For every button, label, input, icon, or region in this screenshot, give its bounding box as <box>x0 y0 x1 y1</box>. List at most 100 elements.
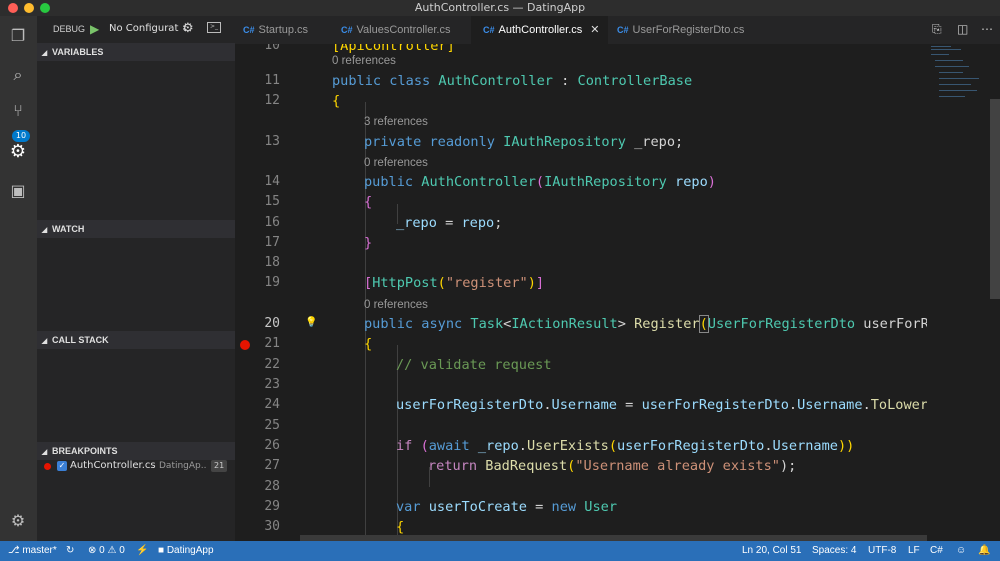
codelens-references[interactable]: 0 references <box>364 299 428 311</box>
code-line: // validate request <box>396 357 552 373</box>
window-title: AuthController.cs — DatingApp <box>414 1 586 14</box>
tab-label: AuthController.cs <box>498 24 583 36</box>
project-selector[interactable]: ■ DatingApp <box>158 541 214 561</box>
code-line: public AuthController(IAuthRepository re… <box>364 174 716 190</box>
problems-indicator[interactable]: ⊗ 0 ⚠ 0 <box>88 541 125 561</box>
zoom-window-button[interactable] <box>40 3 50 13</box>
codelens-references[interactable]: 0 references <box>364 157 428 169</box>
codelens-references[interactable]: 3 references <box>364 116 428 128</box>
indentation[interactable]: Spaces: 4 <box>812 541 856 561</box>
call-stack-section-header[interactable]: ◢ CALL STACK <box>37 331 235 349</box>
variables-section-header[interactable]: ◢ VARIABLES <box>37 43 235 61</box>
debug-sidebar: DEBUG ▶ No Configurat ↕ ⚙ >_ ◢ VARIABLES … <box>37 16 235 541</box>
debug-configuration-value: No Configurat <box>109 23 179 34</box>
line-number: 28 <box>264 479 280 494</box>
minimap-line <box>931 49 961 50</box>
warning-count: 0 <box>119 545 125 556</box>
open-changes-icon[interactable]: ⎘ <box>932 22 942 37</box>
minimize-window-button[interactable] <box>24 3 34 13</box>
line-number: 13 <box>264 134 280 149</box>
line-number: 14 <box>264 174 280 189</box>
debug-console-icon[interactable]: >_ <box>207 22 221 33</box>
git-branch[interactable]: ⎇ master* <box>8 541 57 561</box>
tab-auth-controller[interactable]: C# AuthController.cs ✕ <box>471 16 608 44</box>
variables-section-title: VARIABLES <box>52 47 104 57</box>
debug-icon[interactable]: ⚙ <box>8 142 28 162</box>
line-number: 20 <box>264 316 280 331</box>
feedback-icon[interactable]: ☺ <box>956 541 966 561</box>
minimap-line <box>931 46 951 47</box>
search-icon[interactable]: ⌕ <box>8 65 28 85</box>
settings-gear-icon[interactable]: ⚙ <box>8 511 28 531</box>
line-number: 27 <box>264 458 280 473</box>
line-number: 12 <box>264 93 280 108</box>
notifications-icon[interactable]: 🔔 <box>978 541 990 561</box>
minimap-line <box>939 78 979 79</box>
minimap-line <box>939 90 977 91</box>
line-number: 15 <box>264 194 280 209</box>
tab-label: ValuesController.cs <box>356 24 451 36</box>
line-number: 10 <box>264 44 280 53</box>
watch-section-title: WATCH <box>52 224 85 234</box>
code-line: [HttpPost("register")] <box>364 275 545 291</box>
minimap[interactable] <box>927 44 989 541</box>
scrollbar-thumb[interactable] <box>990 99 1000 299</box>
branch-icon: ⎇ <box>8 545 20 556</box>
csharp-file-icon: C# <box>617 25 629 35</box>
code-line: public class AuthController : Controller… <box>332 73 693 89</box>
call-stack-section-title: CALL STACK <box>52 335 109 345</box>
csharp-file-icon: C# <box>341 25 353 35</box>
status-bar: ⎇ master* ↻ ⊗ 0 ⚠ 0 ⚡ ■ DatingApp Ln 20,… <box>0 541 1000 561</box>
source-control-icon[interactable]: ⑂ <box>8 101 28 121</box>
sync-icon[interactable]: ↻ <box>66 541 74 561</box>
line-number: 29 <box>264 499 280 514</box>
breakpoint-project: DatingAp.. <box>159 461 207 471</box>
minimap-line <box>935 66 969 67</box>
folder-icon: ■ <box>158 545 165 556</box>
encoding[interactable]: UTF-8 <box>868 541 896 561</box>
project-name: DatingApp <box>166 545 214 556</box>
codelens-references[interactable]: 0 references <box>332 55 396 67</box>
line-number: 18 <box>264 255 280 270</box>
code-line: { <box>364 194 373 210</box>
code-line: return BadRequest("Username already exis… <box>428 458 797 474</box>
breakpoints-section-title: BREAKPOINTS <box>52 446 118 456</box>
error-count: 0 <box>99 545 105 556</box>
close-icon[interactable]: ✕ <box>590 24 599 36</box>
minimap-line <box>931 54 949 55</box>
breakpoint-item[interactable]: ✓ AuthController.cs DatingAp.. 21 <box>37 458 235 474</box>
close-window-button[interactable] <box>8 3 18 13</box>
line-number: 17 <box>264 235 280 250</box>
code-line: public async Task<IActionResult> Registe… <box>364 315 927 333</box>
debug-toolbar: DEBUG ▶ No Configurat ↕ ⚙ >_ <box>37 16 235 44</box>
breakpoint-enabled-checkbox[interactable]: ✓ <box>57 461 67 471</box>
more-actions-icon[interactable]: ⋯ <box>981 22 993 36</box>
watch-section-header[interactable]: ◢ WATCH <box>37 220 235 238</box>
minimap-line <box>935 60 963 61</box>
code-line: } <box>364 235 373 251</box>
language-mode[interactable]: C# <box>930 541 943 561</box>
debug-configuration-select[interactable]: No Configurat ↕ <box>109 23 188 34</box>
line-number: 11 <box>264 73 280 88</box>
vertical-scrollbar[interactable] <box>989 44 1000 541</box>
end-of-line[interactable]: LF <box>908 541 920 561</box>
line-number: 26 <box>264 438 280 453</box>
debug-settings-icon[interactable]: ⚙ <box>182 21 194 36</box>
minimap-line <box>939 84 971 85</box>
code-line: if (await _repo.UserExists(userForRegist… <box>396 438 855 454</box>
title-bar: AuthController.cs — DatingApp <box>0 0 1000 16</box>
tab-values-controller[interactable]: C# ValuesController.cs <box>341 16 450 44</box>
tab-label: Startup.cs <box>258 24 309 36</box>
start-debugging-icon[interactable]: ▶ <box>90 22 104 36</box>
explorer-icon[interactable]: ❐ <box>8 26 28 46</box>
code-editor[interactable]: 10 [ApiController] 0 references 11 public … <box>235 44 927 541</box>
omnisharp-icon[interactable]: ⚡ <box>136 541 148 561</box>
split-editor-icon[interactable]: ◫ <box>957 22 968 36</box>
extensions-icon[interactable]: ▣ <box>8 181 28 201</box>
tab-startup[interactable]: C# Startup.cs <box>243 16 308 44</box>
line-number: 22 <box>264 357 280 372</box>
tab-user-for-register-dto[interactable]: C# UserForRegisterDto.cs <box>617 16 744 44</box>
cursor-position[interactable]: Ln 20, Col 51 <box>742 541 802 561</box>
warning-icon: ⚠ <box>107 545 117 556</box>
code-line: { <box>332 93 341 109</box>
